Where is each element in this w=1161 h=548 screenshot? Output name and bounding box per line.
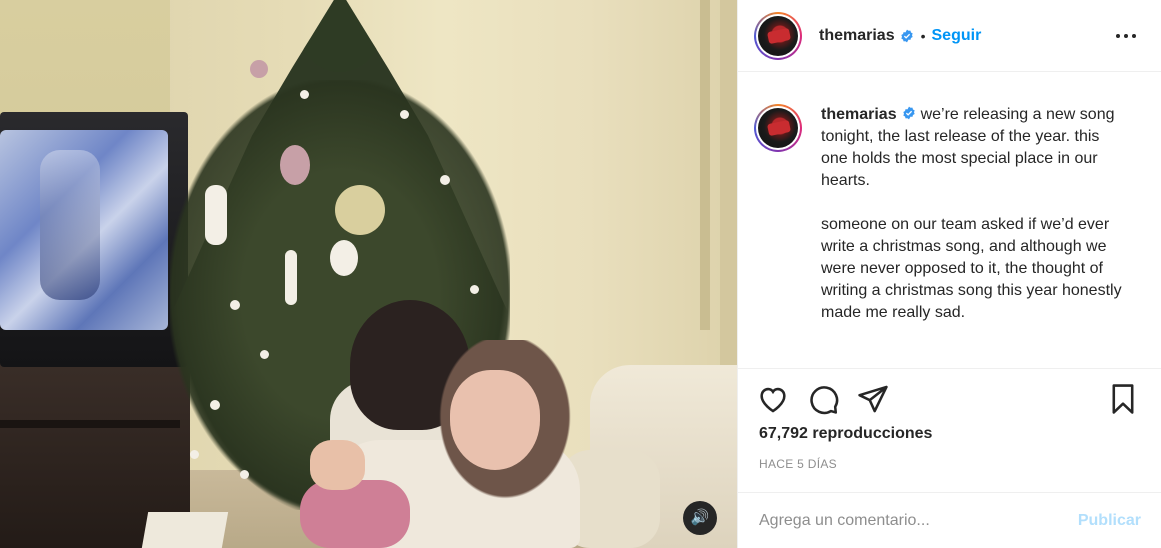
add-comment-bar: Publicar [738,492,1161,548]
ornament [335,185,385,235]
comments-section: themarias we’re releasing a new song ton… [738,72,1161,369]
caption-username[interactable]: themarias [821,106,897,123]
verified-badge-icon [900,29,913,42]
bookmark-icon[interactable] [1106,382,1140,416]
avatar[interactable] [754,11,802,60]
comment-input[interactable] [759,511,1068,530]
comment-icon[interactable] [806,382,840,416]
verified-badge-icon [902,106,915,120]
post-video[interactable]: 🔊 [0,0,737,548]
separator-dot: • [920,27,926,44]
ornament [250,60,268,78]
follow-button[interactable]: Seguir [932,27,982,45]
post-header: themarias • Seguir [738,0,1161,72]
avatar-border [756,13,800,58]
caption-paragraph: themarias we’re releasing a new song ton… [821,104,1126,192]
pink-clothing [300,480,410,548]
ornament [230,300,240,310]
caption-paragraph: someone on our team asked if we’d ever w… [821,216,1122,321]
ornament [440,175,450,185]
ornament [260,350,269,359]
caption: themarias we’re releasing a new song ton… [754,104,1126,324]
publish-button[interactable]: Publicar [1078,512,1141,530]
door-frame [700,0,710,330]
ornament [330,240,358,276]
ornament [205,185,227,245]
ornament [470,285,479,294]
avatar-border [756,106,800,150]
child-front-face [450,370,540,470]
waving-hand [310,440,365,490]
ornament [300,90,309,99]
more-horizontal-icon[interactable] [1114,24,1138,48]
action-bar [738,370,1161,426]
avatar-image [758,15,798,56]
speaker-icon[interactable]: 🔊 [683,501,717,535]
caption-avatar[interactable] [754,104,802,152]
ornament [280,145,310,185]
ornament [400,110,409,119]
caption-text: themarias we’re releasing a new song ton… [821,104,1126,324]
post-sidebar: themarias • Seguir themarias we’re relea… [737,0,1161,548]
ornament [240,470,249,479]
ornament [285,250,297,305]
ornament [210,400,220,410]
ornament [190,450,199,459]
view-count[interactable]: 67,792 reproducciones [759,425,932,443]
gift-box [141,512,229,548]
television-picture [40,150,100,300]
avatar-image [758,108,798,148]
heart-icon[interactable] [756,382,790,416]
username-link[interactable]: themarias [819,27,895,45]
post-timestamp[interactable]: HACE 5 DÍAS [759,457,837,471]
share-icon[interactable] [856,382,890,416]
